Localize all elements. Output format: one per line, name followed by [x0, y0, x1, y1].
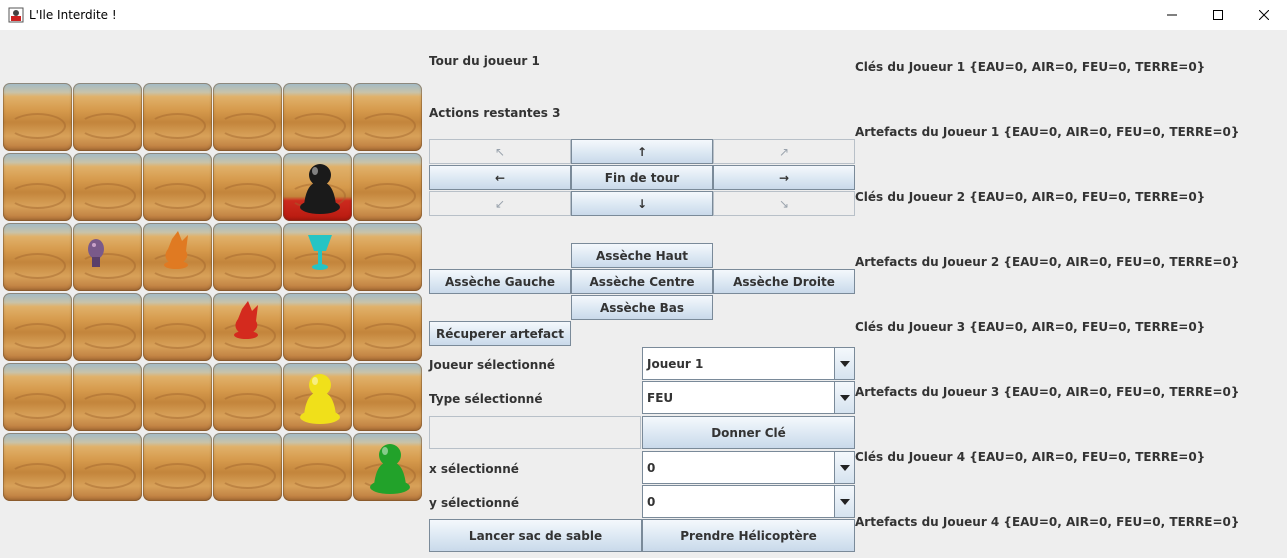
board-tile[interactable]: [283, 433, 352, 501]
dry-center-button[interactable]: Assèche Centre: [571, 269, 713, 294]
board-tile[interactable]: [143, 293, 212, 361]
board-tile[interactable]: [213, 223, 282, 291]
black-pawn: [300, 164, 340, 214]
minimize-icon[interactable]: [1149, 0, 1195, 30]
maximize-icon[interactable]: [1195, 0, 1241, 30]
chevron-down-icon[interactable]: [834, 348, 854, 379]
dry-right-button[interactable]: Assèche Droite: [713, 269, 855, 294]
end-turn-button[interactable]: Fin de tour: [571, 165, 713, 190]
move-up-left-button[interactable]: ↖: [429, 139, 571, 164]
player4-artifacts: Artefacts du Joueur 4 {EAU=0, AIR=0, FEU…: [855, 515, 1240, 529]
move-down-left-button[interactable]: ↙: [429, 191, 571, 216]
board-tile[interactable]: [3, 363, 72, 431]
board-tile[interactable]: [283, 293, 352, 361]
window-title: L'Ile Interdite !: [29, 8, 117, 22]
ocean-chalice-artifact: [308, 235, 332, 270]
app-icon: [8, 7, 24, 23]
player-select[interactable]: Joueur 1: [642, 347, 855, 380]
chevron-down-icon[interactable]: [834, 486, 854, 517]
player3-artifacts: Artefacts du Joueur 3 {EAU=0, AIR=0, FEU…: [855, 385, 1240, 399]
turn-label: Tour du joueur 1: [429, 54, 540, 68]
player4-keys: Clés du Joueur 4 {EAU=0, AIR=0, FEU=0, T…: [855, 450, 1206, 464]
board-tile[interactable]: [3, 153, 72, 221]
board-tile[interactable]: [143, 83, 212, 151]
board-tile[interactable]: [213, 83, 282, 151]
board-tile[interactable]: [353, 293, 422, 361]
move-up-right-button[interactable]: ↗: [713, 139, 855, 164]
board-tile[interactable]: [73, 293, 142, 361]
player1-keys: Clés du Joueur 1 {EAU=0, AIR=0, FEU=0, T…: [855, 60, 1206, 74]
board-tile[interactable]: [353, 363, 422, 431]
x-select[interactable]: 0: [642, 451, 855, 484]
x-select-value: 0: [647, 460, 656, 475]
player-select-label: Joueur sélectionné: [429, 358, 555, 372]
board-tile[interactable]: [213, 433, 282, 501]
fire-crystal-artifact: [164, 231, 188, 269]
yellow-pawn: [300, 374, 340, 424]
board-tile[interactable]: [353, 153, 422, 221]
dry-bottom-button[interactable]: Assèche Bas: [571, 295, 713, 320]
empty-cell: [429, 416, 641, 449]
board-tile[interactable]: [3, 83, 72, 151]
board-tile[interactable]: [73, 433, 142, 501]
board-tile[interactable]: [3, 293, 72, 361]
actions-remaining-label: Actions restantes 3: [429, 106, 561, 120]
board-tile[interactable]: [3, 223, 72, 291]
recover-artifact-button[interactable]: Récuperer artefact: [429, 321, 571, 346]
board-tile[interactable]: [143, 153, 212, 221]
green-pawn: [370, 444, 410, 494]
y-select-value: 0: [647, 494, 656, 509]
type-select-value: FEU: [647, 390, 674, 405]
dry-left-button[interactable]: Assèche Gauche: [429, 269, 571, 294]
move-left-button[interactable]: ←: [429, 165, 571, 190]
move-down-button[interactable]: ↓: [571, 191, 713, 216]
board-tile[interactable]: [73, 83, 142, 151]
player2-keys: Clés du Joueur 2 {EAU=0, AIR=0, FEU=0, T…: [855, 190, 1206, 204]
move-up-button[interactable]: ↑: [571, 139, 713, 164]
board-tile[interactable]: [73, 363, 142, 431]
board-tile[interactable]: [73, 153, 142, 221]
player2-artifacts: Artefacts du Joueur 2 {EAU=0, AIR=0, FEU…: [855, 255, 1240, 269]
board-tile[interactable]: [213, 363, 282, 431]
move-down-right-button[interactable]: ↘: [713, 191, 855, 216]
board-tile[interactable]: [213, 153, 282, 221]
board-tile[interactable]: [283, 83, 352, 151]
give-key-button[interactable]: Donner Clé: [642, 416, 855, 449]
player3-keys: Clés du Joueur 3 {EAU=0, AIR=0, FEU=0, T…: [855, 320, 1206, 334]
y-select-label: y sélectionné: [429, 496, 519, 510]
island-board: [3, 83, 423, 503]
board-tile[interactable]: [143, 433, 212, 501]
player1-artifacts: Artefacts du Joueur 1 {EAU=0, AIR=0, FEU…: [855, 125, 1240, 139]
type-select[interactable]: FEU: [642, 381, 855, 414]
board-tile[interactable]: [353, 223, 422, 291]
title-bar: L'Ile Interdite !: [0, 0, 1287, 30]
board-tile[interactable]: [353, 83, 422, 151]
x-select-label: x sélectionné: [429, 462, 519, 476]
type-select-label: Type sélectionné: [429, 392, 543, 406]
helicopter-button[interactable]: Prendre Hélicoptère: [642, 519, 855, 552]
chevron-down-icon[interactable]: [834, 382, 854, 413]
move-right-button[interactable]: →: [713, 165, 855, 190]
wind-statue-artifact: [234, 301, 258, 339]
sandbag-button[interactable]: Lancer sac de sable: [429, 519, 642, 552]
close-icon[interactable]: [1241, 0, 1287, 30]
board-tile[interactable]: [3, 433, 72, 501]
y-select[interactable]: 0: [642, 485, 855, 518]
dry-top-button[interactable]: Assèche Haut: [571, 243, 713, 268]
chevron-down-icon[interactable]: [834, 452, 854, 483]
player-select-value: Joueur 1: [647, 356, 704, 371]
board-tile[interactable]: [143, 363, 212, 431]
earth-stone-artifact: [88, 239, 104, 267]
